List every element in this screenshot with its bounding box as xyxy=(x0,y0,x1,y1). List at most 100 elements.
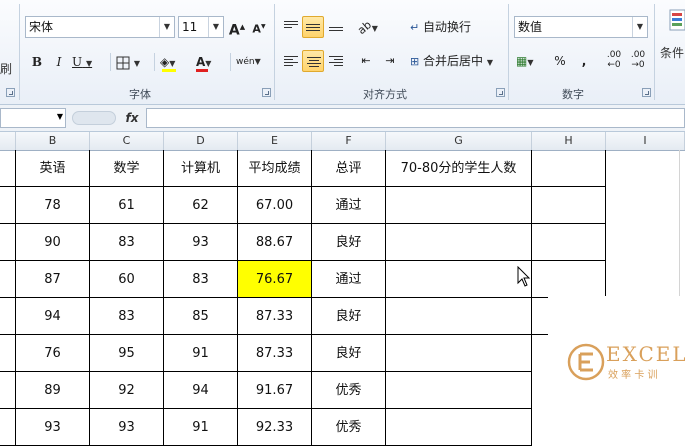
selected-highlighted-cell[interactable]: 76.67 xyxy=(238,261,312,298)
table-cell[interactable]: 83 xyxy=(90,298,164,335)
table-cell[interactable]: 优秀 xyxy=(312,372,386,409)
table-cell[interactable]: 60 xyxy=(90,261,164,298)
table-cell[interactable]: 良好 xyxy=(312,335,386,372)
chevron-down-icon[interactable]: ▼ xyxy=(208,17,223,37)
borders-button[interactable]: ▼ xyxy=(116,51,150,73)
decrease-decimal-button[interactable]: .00 →0 xyxy=(628,50,648,72)
chevron-down-icon[interactable]: ▼ xyxy=(134,59,140,68)
table-cell[interactable]: 良好 xyxy=(312,298,386,335)
chevron-down-icon[interactable]: ▼ xyxy=(487,58,493,67)
table-cell[interactable]: 88.67 xyxy=(238,224,312,261)
orientation-button[interactable]: ab▼ xyxy=(355,16,386,38)
name-box[interactable]: ▼ xyxy=(0,108,66,128)
table-cell[interactable]: 76 xyxy=(16,335,90,372)
table-cell[interactable]: 85 xyxy=(164,298,238,335)
table-cell[interactable]: 62 xyxy=(164,187,238,224)
column-header-F[interactable]: F xyxy=(312,132,386,150)
clipboard-launcher-icon[interactable] xyxy=(6,88,15,97)
align-bottom-button[interactable] xyxy=(326,16,346,38)
table-cell[interactable] xyxy=(386,261,532,298)
table-cell[interactable]: 94 xyxy=(164,372,238,409)
column-header-D[interactable]: D xyxy=(164,132,238,150)
merge-center-button[interactable]: ⊞ 合并后居中 ▼ xyxy=(410,50,504,72)
table-header-cell[interactable]: 总评 xyxy=(312,150,386,187)
table-cell[interactable]: 93 xyxy=(164,224,238,261)
table-cell[interactable]: 95 xyxy=(90,335,164,372)
percent-button[interactable]: % xyxy=(550,50,570,72)
shrink-font-button[interactable]: A▼ xyxy=(250,16,268,38)
row-stub-cell[interactable] xyxy=(0,335,16,372)
column-header-H[interactable]: H xyxy=(532,132,606,150)
bold-button[interactable]: B xyxy=(28,51,46,73)
align-left-button[interactable] xyxy=(281,50,301,72)
row-stub-cell[interactable] xyxy=(0,187,16,224)
formula-bar-handle[interactable] xyxy=(72,111,116,125)
row-stub-cell[interactable] xyxy=(0,409,16,446)
align-center-button[interactable] xyxy=(302,50,324,72)
conditional-format-icon[interactable] xyxy=(668,8,685,32)
phonetic-button[interactable]: wén▼ xyxy=(236,51,266,73)
currency-button[interactable]: ▦▼ xyxy=(516,50,546,72)
column-header-C[interactable]: C xyxy=(90,132,164,150)
row-stub-cell[interactable] xyxy=(0,372,16,409)
table-header-cell[interactable]: 计算机 xyxy=(164,150,238,187)
table-cell-empty[interactable] xyxy=(532,224,606,261)
table-cell[interactable]: 92.33 xyxy=(238,409,312,446)
increase-indent-button[interactable]: ⇥ xyxy=(380,50,400,72)
row-stub-cell[interactable] xyxy=(0,298,16,335)
column-header-B[interactable]: B xyxy=(16,132,90,150)
chevron-down-icon[interactable]: ▼ xyxy=(205,59,211,68)
table-cell[interactable]: 92 xyxy=(90,372,164,409)
alignment-launcher-icon[interactable] xyxy=(496,88,505,97)
row-stub-cell[interactable] xyxy=(0,224,16,261)
chevron-down-icon[interactable]: ▼ xyxy=(169,59,175,68)
chevron-down-icon[interactable]: ▼ xyxy=(632,17,647,37)
italic-button[interactable]: I xyxy=(50,51,68,73)
column-header-I[interactable]: I xyxy=(606,132,685,150)
table-cell[interactable]: 良好 xyxy=(312,224,386,261)
align-middle-button[interactable] xyxy=(302,16,324,38)
table-cell-empty[interactable] xyxy=(532,187,606,224)
table-cell[interactable] xyxy=(386,335,532,372)
table-cell[interactable] xyxy=(386,298,532,335)
decrease-indent-button[interactable]: ⇤ xyxy=(356,50,376,72)
chevron-down-icon[interactable]: ▼ xyxy=(57,112,63,121)
table-cell[interactable]: 89 xyxy=(16,372,90,409)
table-cell[interactable]: 91.67 xyxy=(238,372,312,409)
table-cell[interactable] xyxy=(386,372,532,409)
table-cell[interactable]: 87 xyxy=(16,261,90,298)
table-cell[interactable]: 87.33 xyxy=(238,335,312,372)
table-cell[interactable]: 83 xyxy=(164,261,238,298)
table-cell[interactable] xyxy=(386,409,532,446)
underline-button[interactable]: U ▼ xyxy=(72,51,102,73)
table-header-cell[interactable]: 平均成绩 xyxy=(238,150,312,187)
table-header-cell[interactable]: 英语 xyxy=(16,150,90,187)
number-format-combo[interactable]: 数值 ▼ xyxy=(514,16,648,38)
align-top-button[interactable] xyxy=(281,16,301,38)
table-cell[interactable]: 94 xyxy=(16,298,90,335)
table-cell[interactable]: 90 xyxy=(16,224,90,261)
table-cell-empty[interactable] xyxy=(532,261,606,298)
table-header-cell[interactable]: 数学 xyxy=(90,150,164,187)
column-header-A[interactable] xyxy=(0,132,16,150)
table-cell[interactable]: 61 xyxy=(90,187,164,224)
table-cell[interactable]: 91 xyxy=(164,409,238,446)
chevron-down-icon[interactable]: ▼ xyxy=(255,57,261,66)
table-cell-empty[interactable] xyxy=(532,150,606,187)
table-cell[interactable]: 通过 xyxy=(312,261,386,298)
format-painter-label[interactable]: 刷 xyxy=(0,60,12,77)
insert-function-button[interactable]: fx xyxy=(122,108,142,128)
chevron-down-icon[interactable]: ▼ xyxy=(527,58,533,67)
table-cell[interactable]: 通过 xyxy=(312,187,386,224)
font-name-combo[interactable]: 宋体 ▼ xyxy=(25,16,175,38)
column-header-G[interactable]: G xyxy=(386,132,532,150)
increase-decimal-button[interactable]: .00 ←0 xyxy=(604,50,624,72)
table-cell[interactable]: 91 xyxy=(164,335,238,372)
table-cell[interactable] xyxy=(386,187,532,224)
font-size-combo[interactable]: 11 ▼ xyxy=(178,16,224,38)
grow-font-button[interactable]: A▲ xyxy=(228,16,246,39)
table-cell[interactable]: 87.33 xyxy=(238,298,312,335)
wrap-text-button[interactable]: ↵ 自动换行 xyxy=(410,16,480,38)
table-cell[interactable]: 93 xyxy=(16,409,90,446)
table-cell[interactable]: 93 xyxy=(90,409,164,446)
